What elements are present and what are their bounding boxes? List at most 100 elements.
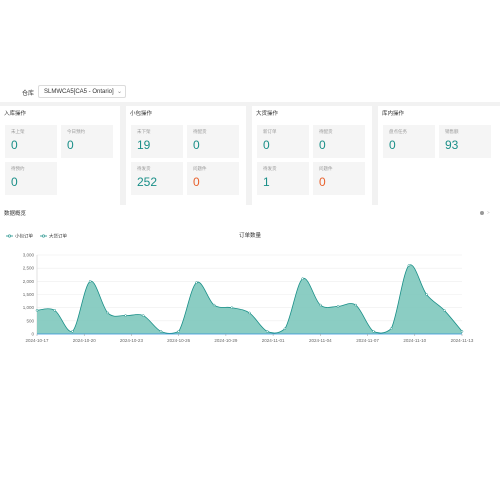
x-tick-label: 2024-10-26 xyxy=(167,338,191,343)
card-to-allocate[interactable]: 待配货 0 xyxy=(187,125,239,158)
card-label: 待配货 xyxy=(193,129,207,134)
data-point xyxy=(248,311,251,315)
card-label: 待预约 xyxy=(11,166,25,171)
data-point xyxy=(283,327,287,330)
panel-title: 入库操作 xyxy=(4,111,27,117)
y-tick-label: 2,500 xyxy=(23,266,35,271)
card-pending-appointments[interactable]: 待预约 0 xyxy=(5,162,57,195)
data-point xyxy=(53,309,56,312)
card-value: 0 xyxy=(193,175,200,189)
x-tick-label: 2024-11-07 xyxy=(356,338,379,343)
card-value: 93 xyxy=(445,138,459,152)
card-value: 0 xyxy=(263,138,270,152)
data-point xyxy=(177,330,180,333)
card-to-ship[interactable]: 待发货 252 xyxy=(131,162,183,195)
y-tick-label: 1,500 xyxy=(23,292,35,297)
pager-dot[interactable] xyxy=(480,211,484,215)
card-value: 252 xyxy=(137,175,158,189)
x-tick-label: 2024-10-29 xyxy=(214,338,238,343)
data-point xyxy=(443,309,446,312)
card-label: 问题件 xyxy=(193,166,207,171)
card-value: 0 xyxy=(319,138,326,152)
toolbar: 仓库 SLMWCA5[CA5 - Ontario] ⌄ xyxy=(0,83,500,102)
y-tick-label: 3,000 xyxy=(23,253,35,258)
card-value: 19 xyxy=(137,138,151,152)
x-tick-label: 2024-10-17 xyxy=(25,338,49,343)
card-label: 待发货 xyxy=(137,166,151,171)
card-stocktake-tasks[interactable]: 盘点任务 0 xyxy=(383,125,435,158)
card-value: 0 xyxy=(11,175,18,189)
card-to-allocate[interactable]: 待配货 0 xyxy=(313,125,365,158)
panel-title: 小包操作 xyxy=(130,111,153,117)
card-today-appointments[interactable]: 今日预约 0 xyxy=(61,125,113,158)
legend-marker xyxy=(41,234,45,238)
card-label: 未下架 xyxy=(137,129,151,134)
orders-chart: 0 500 1,000 1,500 2,000 2,500 3,000 订单数量 小包订单 大货订… xyxy=(6,231,474,343)
warehouse-select-value: SLMWCA5[CA5 - Ontario] xyxy=(44,89,114,95)
chevron-down-icon: ⌄ xyxy=(116,89,122,95)
pager-next-button[interactable]: > xyxy=(487,210,490,215)
data-point xyxy=(35,309,39,312)
data-point xyxy=(212,303,216,307)
data-point xyxy=(354,303,357,307)
panel-title: 大货操作 xyxy=(256,111,279,117)
card-problem-items[interactable]: 问题件 0 xyxy=(313,162,365,195)
data-point xyxy=(230,306,234,309)
data-point xyxy=(71,330,74,333)
data-point xyxy=(319,303,322,307)
card-unshelved[interactable]: 未上架 0 xyxy=(5,125,57,158)
y-tick-label: 500 xyxy=(26,318,34,323)
card-sales[interactable]: 销售额 93 xyxy=(439,125,491,158)
data-point xyxy=(159,330,163,333)
card-value: 0 xyxy=(319,175,326,189)
data-point xyxy=(460,330,464,333)
data-point xyxy=(389,327,393,330)
y-tick-label: 2,000 xyxy=(23,279,35,284)
data-overview: 数据概览 > 0 500 1,000 1,500 2,000 2,500 3,000 订单数量… xyxy=(0,205,500,391)
data-point xyxy=(106,311,110,315)
data-point xyxy=(88,280,92,283)
x-tick-label: 2024-10-23 xyxy=(120,338,144,343)
warehouse-label: 仓库 xyxy=(22,91,35,97)
card-label: 问题件 xyxy=(319,166,333,171)
x-tick-label: 2024-10-20 xyxy=(73,338,97,343)
card-value: 0 xyxy=(193,138,200,152)
data-point xyxy=(195,281,198,284)
data-point xyxy=(142,314,145,317)
card-label: 今日预约 xyxy=(67,129,85,134)
panel-title: 库内操作 xyxy=(382,111,405,117)
card-label: 待配货 xyxy=(319,129,333,134)
y-tick-label: 0 xyxy=(31,332,34,337)
card-problem-items[interactable]: 问题件 0 xyxy=(187,162,239,195)
data-point xyxy=(265,330,269,333)
overview-title: 数据概览 xyxy=(4,211,27,217)
x-tick-label: 2024-11-04 xyxy=(309,338,332,343)
legend-label: 大货订单 xyxy=(49,233,67,240)
card-label: 新订单 xyxy=(263,129,277,134)
x-tick-label: 2024-11-13 xyxy=(451,338,474,343)
legend-label: 小包订单 xyxy=(15,233,33,240)
data-point xyxy=(301,277,304,280)
card-new-orders[interactable]: 新订单 0 xyxy=(257,125,309,158)
card-to-ship[interactable]: 待发货 1 xyxy=(257,162,309,195)
data-point xyxy=(425,293,428,296)
warehouse-select[interactable]: SLMWCA5[CA5 - Ontario] ⌄ xyxy=(38,85,126,98)
card-label: 未上架 xyxy=(11,129,25,134)
card-not-picked[interactable]: 未下架 19 xyxy=(131,125,183,158)
x-tick-label: 2024-11-10 xyxy=(403,338,426,343)
data-point xyxy=(336,305,340,308)
x-tick-label: 2024-11-01 xyxy=(262,338,285,343)
card-value: 0 xyxy=(11,138,18,152)
card-label: 销售额 xyxy=(445,129,459,134)
y-tick-label: 1,000 xyxy=(23,305,35,310)
dashboard: 仓库 SLMWCA5[CA5 - Ontario] ⌄ 入库操作 未上架 0 今… xyxy=(0,83,500,391)
chart-title: 订单数量 xyxy=(239,231,262,239)
card-value: 1 xyxy=(263,175,270,189)
card-label: 待发货 xyxy=(263,166,277,171)
legend-marker xyxy=(8,234,12,238)
card-label: 盘点任务 xyxy=(389,129,407,134)
card-value: 0 xyxy=(389,138,396,152)
data-point xyxy=(407,264,411,267)
data-point xyxy=(124,314,127,317)
card-value: 0 xyxy=(67,138,74,152)
